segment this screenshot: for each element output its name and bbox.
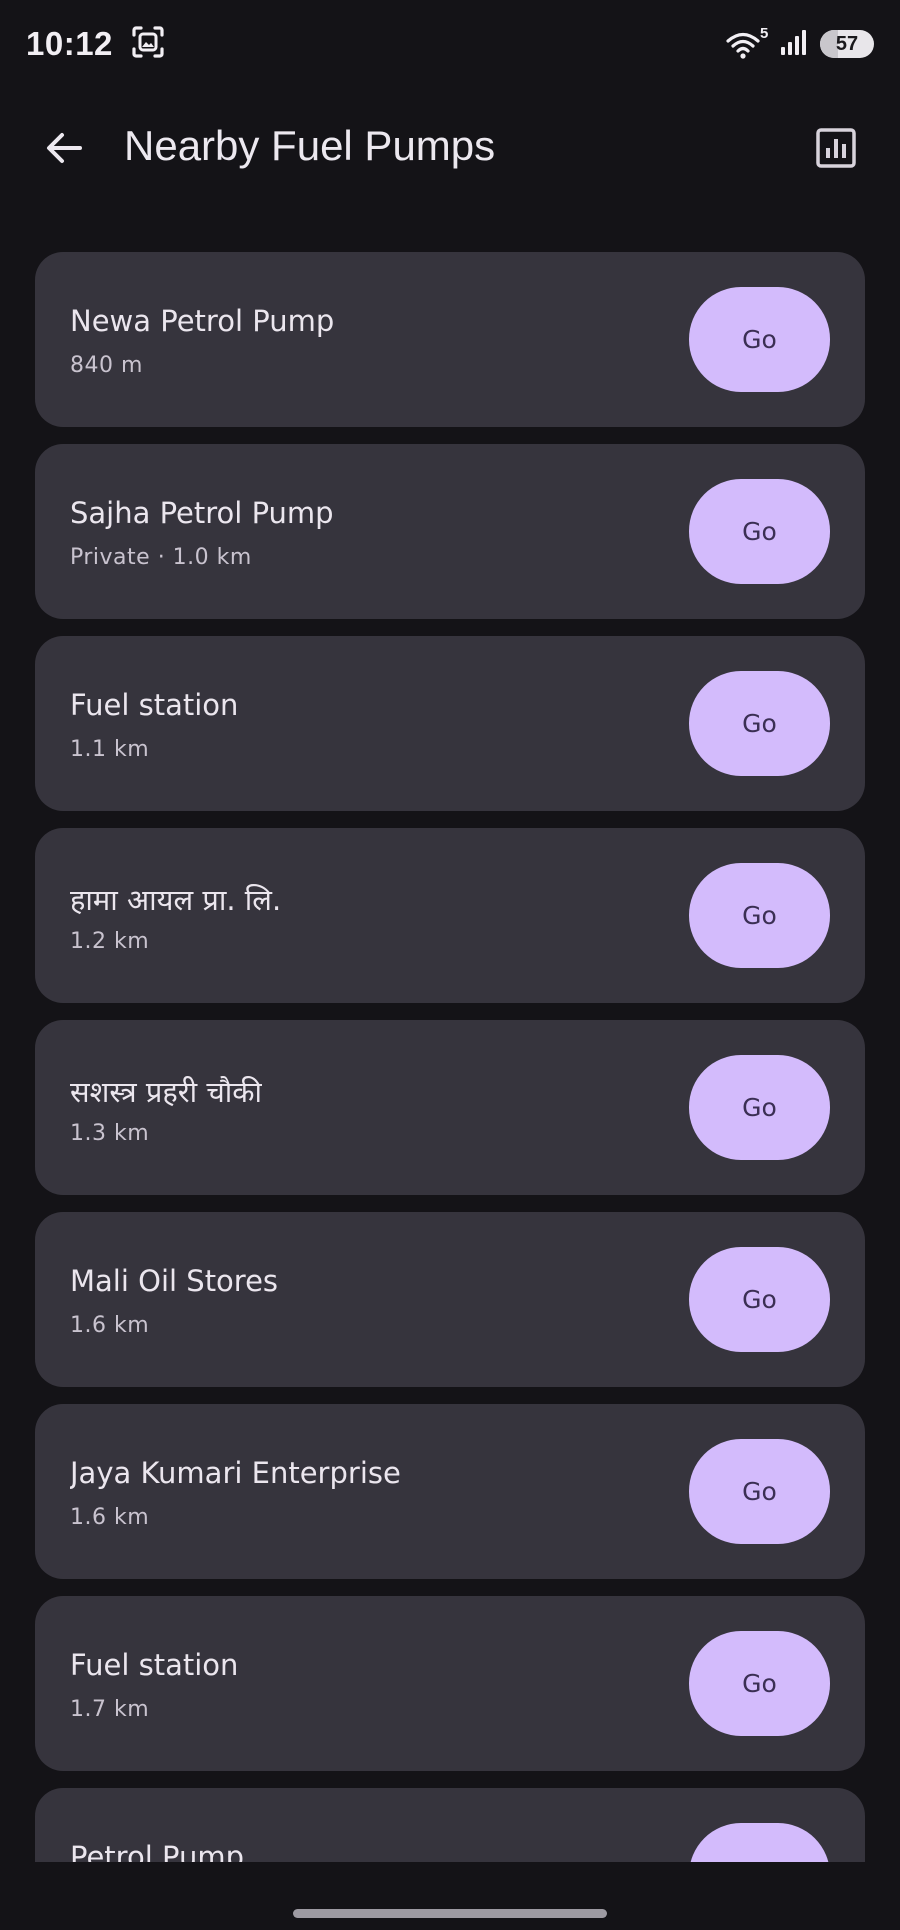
pump-name: Mali Oil Stores [70,1264,279,1298]
go-button[interactable]: Go [689,1247,830,1352]
bar-chart-icon [816,128,856,168]
pump-card[interactable]: Fuel station 1.7 km Go [35,1596,865,1771]
gesture-handle[interactable] [293,1909,607,1918]
status-left: 10:12 [26,25,165,63]
go-button[interactable]: Go [689,1631,830,1736]
pump-name: Fuel station [70,688,239,722]
pump-distance: 1.1 km [70,737,150,762]
pump-distance: Private · 1.0 km [70,545,252,570]
pump-card[interactable]: Petrol Pump Go [35,1788,865,1862]
pump-distance: 1.3 km [70,1121,150,1146]
pump-name: Newa Petrol Pump [70,304,335,338]
pump-distance: 840 m [70,353,143,378]
go-button[interactable]: Go [689,479,830,584]
top-app-bar: Nearby Fuel Pumps [0,100,900,196]
wifi-badge: 5 [760,25,769,42]
wifi-icon: 5 [726,25,770,59]
pump-name: Jaya Kumari Enterprise [70,1456,401,1490]
page-title: Nearby Fuel Pumps [124,122,496,169]
battery-level: 57 [835,32,859,55]
pump-list: Newa Petrol Pump 840 m Go Sajha Petrol P… [35,252,865,1862]
pump-card[interactable]: Fuel station 1.1 km Go [35,636,865,811]
signal-icon [780,28,810,60]
pump-name: हामा आयल प्रा. लि. [70,883,282,917]
screen: 10:12 5 57 Nearby Fuel Pumps Newa Petrol… [0,0,900,1930]
status-time: 10:12 [26,25,113,62]
back-button[interactable] [28,112,100,184]
go-button[interactable]: Go [689,671,830,776]
stats-button[interactable] [800,112,872,184]
pump-distance: 1.7 km [70,1697,150,1722]
pump-card[interactable]: सशस्त्र प्रहरी चौकी 1.3 km Go [35,1020,865,1195]
go-button[interactable]: Go [689,1823,830,1862]
pump-distance: 1.2 km [70,929,150,954]
go-button[interactable]: Go [689,1055,830,1160]
go-button[interactable]: Go [689,1439,830,1544]
arrow-back-icon [47,133,82,163]
pump-name: सशस्त्र प्रहरी चौकी [70,1075,263,1109]
status-bar: 10:12 5 57 [0,0,900,88]
pump-name: Sajha Petrol Pump [70,496,334,530]
pump-card[interactable]: Jaya Kumari Enterprise 1.6 km Go [35,1404,865,1579]
pump-list-viewport[interactable]: Newa Petrol Pump 840 m Go Sajha Petrol P… [0,252,900,1862]
pump-distance: 1.6 km [70,1313,150,1338]
status-right: 5 57 [726,25,874,60]
screenshot-icon [131,25,165,63]
go-button[interactable]: Go [689,287,830,392]
pump-card[interactable]: हामा आयल प्रा. लि. 1.2 km Go [35,828,865,1003]
pump-name: Petrol Pump [70,1840,244,1862]
pump-card[interactable]: Mali Oil Stores 1.6 km Go [35,1212,865,1387]
pump-card[interactable]: Newa Petrol Pump 840 m Go [35,252,865,427]
pump-name: Fuel station [70,1648,239,1682]
battery-icon: 57 [820,30,874,58]
pump-distance: 1.6 km [70,1505,150,1530]
pump-card[interactable]: Sajha Petrol Pump Private · 1.0 km Go [35,444,865,619]
go-button[interactable]: Go [689,863,830,968]
